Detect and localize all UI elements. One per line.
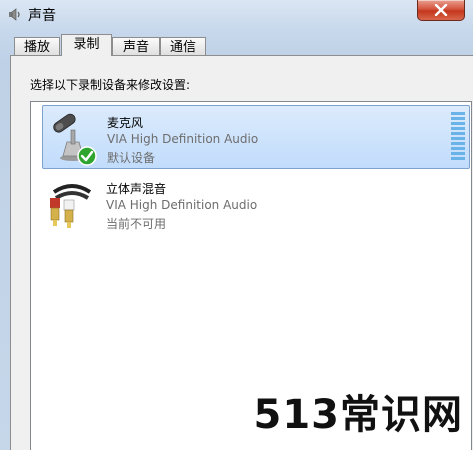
sound-dialog: 声音 播放 录制 声音 通信 选择以下录制设备来修改设置: 麦克风 VIA Hi…: [0, 0, 473, 450]
tab-recording[interactable]: 录制: [61, 34, 112, 56]
device-driver: VIA High Definition Audio: [106, 198, 258, 212]
window-title: 声音: [28, 8, 56, 24]
device-status: 当前不可用: [106, 217, 167, 231]
watermark: 513常识网: [253, 392, 463, 438]
close-icon: [434, 4, 448, 16]
tab-playback[interactable]: 播放: [14, 37, 60, 56]
audio-cable-icon: [46, 178, 98, 230]
device-name: 麦克风: [107, 116, 144, 130]
device-name: 立体声混音: [106, 182, 167, 196]
speaker-icon: [6, 6, 22, 22]
tab-sounds[interactable]: 声音: [112, 37, 160, 56]
level-meter: [451, 112, 465, 160]
close-button[interactable]: [417, 0, 465, 21]
default-device-check-icon: [77, 146, 97, 166]
device-row-microphone[interactable]: 麦克风 VIA High Definition Audio 默认设备: [42, 105, 470, 169]
instruction-text: 选择以下录制设备来修改设置:: [30, 78, 191, 92]
device-status: 默认设备: [107, 151, 156, 165]
microphone-icon: [47, 112, 99, 166]
title-bar[interactable]: 声音: [0, 0, 473, 28]
device-row-stereo-mix[interactable]: 立体声混音 VIA High Definition Audio 当前不可用: [42, 172, 470, 236]
device-driver: VIA High Definition Audio: [107, 132, 259, 146]
tab-communications[interactable]: 通信: [160, 37, 206, 56]
